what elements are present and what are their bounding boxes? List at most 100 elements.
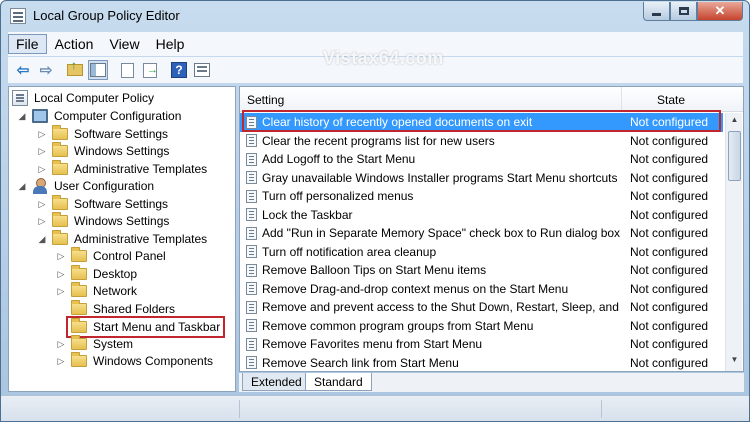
setting-name: Remove Favorites menu from Start Menu [262, 337, 483, 352]
table-row[interactable]: Turn off personalized menus Not configure… [240, 187, 723, 206]
expanded-arrow-icon[interactable]: ◢ [37, 234, 47, 244]
collapsed-arrow-icon[interactable]: ▷ [37, 146, 47, 156]
minimize-icon [652, 12, 661, 16]
policy-setting-icon [246, 300, 257, 314]
tree-node-windows-settings[interactable]: ▷ Windows Settings [37, 142, 170, 160]
title-bar[interactable]: Local Group Policy Editor ✕ [1, 1, 749, 31]
tree-node-label: Computer Configuration [54, 109, 182, 123]
settings-list[interactable]: Setting State Clear history of recently … [239, 86, 744, 372]
user-icon [32, 178, 48, 194]
setting-state: Not configured [630, 244, 709, 259]
table-row[interactable]: Remove Balloon Tips on Start Menu items N… [240, 261, 723, 280]
menu-help[interactable]: Help [148, 36, 193, 52]
watermark: Vistax64.com [323, 48, 444, 68]
tree-node-computer-configuration[interactable]: ◢ Computer Configuration [17, 107, 182, 125]
folder-icon [52, 160, 68, 175]
scroll-up-icon[interactable]: ▲ [728, 115, 741, 129]
policy-setting-icon [246, 337, 257, 351]
setting-state: Not configured [630, 207, 709, 222]
collapsed-arrow-icon[interactable]: ▷ [56, 269, 66, 279]
policy-setting-icon [246, 282, 257, 296]
column-divider[interactable] [621, 87, 622, 112]
setting-name: Remove common program groups from Start … [262, 318, 534, 333]
table-row[interactable]: Remove and prevent access to the Shut Do… [240, 298, 723, 317]
collapsed-arrow-icon[interactable]: ▷ [37, 199, 47, 209]
table-row[interactable]: Add Logoff to the Start Menu Not configur… [240, 150, 723, 169]
menu-file[interactable]: File [8, 34, 47, 54]
policy-setting-icon [246, 134, 257, 148]
collapsed-arrow-icon[interactable]: ▷ [56, 339, 66, 349]
table-row[interactable]: Clear the recent programs list for new u… [240, 132, 723, 151]
collapsed-arrow-icon[interactable]: ▷ [56, 251, 66, 261]
collapsed-arrow-icon[interactable]: ▷ [56, 286, 66, 296]
table-row[interactable]: Turn off notification area cleanup Not co… [240, 243, 723, 262]
expanded-arrow-icon[interactable]: ◢ [17, 111, 27, 121]
tab-extended[interactable]: Extended [242, 373, 311, 391]
tree-node-software-settings[interactable]: ▷ Software Settings [37, 195, 169, 213]
tree-node-windows-components[interactable]: ▷ Windows Components [56, 352, 214, 370]
help-icon: ? [171, 62, 187, 78]
setting-state: Not configured [630, 263, 709, 278]
menu-action[interactable]: Action [47, 36, 102, 52]
show-hide-tree-button[interactable] [88, 60, 108, 80]
policy-setting-icon [246, 189, 257, 203]
setting-state: Not configured [630, 300, 709, 315]
policy-setting-icon [246, 319, 257, 333]
export-list-button[interactable] [140, 60, 160, 80]
tree-node-administrative-templates[interactable]: ◢ Administrative Templates [37, 230, 208, 248]
column-header-state[interactable]: State [657, 93, 685, 107]
tree-node-desktop[interactable]: ▷ Desktop [56, 265, 138, 283]
folder-icon [52, 142, 68, 157]
menu-view[interactable]: View [101, 36, 147, 52]
scroll-thumb[interactable] [728, 131, 741, 181]
tab-standard[interactable]: Standard [305, 373, 372, 391]
show-hide-tree-icon [90, 63, 106, 77]
tree-node-system[interactable]: ▷ System [56, 335, 134, 353]
tree-node-control-panel[interactable]: ▷ Control Panel [56, 247, 167, 265]
tree-node-local-computer-policy[interactable]: Local Computer Policy [12, 89, 155, 107]
properties-doc-button[interactable] [117, 60, 137, 80]
forward-button[interactable]: ⇨ [36, 60, 56, 80]
expanded-arrow-icon[interactable]: ◢ [17, 181, 27, 191]
app-icon[interactable] [10, 8, 26, 24]
back-button[interactable]: ⇦ [13, 60, 33, 80]
help-button[interactable]: ? [169, 60, 189, 80]
table-row[interactable]: Remove Favorites menu from Start Menu Not… [240, 335, 723, 354]
minimize-button[interactable] [643, 2, 670, 21]
setting-state: Not configured [630, 189, 709, 204]
tree-node-user-configuration[interactable]: ◢ User Configuration [17, 177, 155, 195]
vertical-scrollbar[interactable]: ▲ ▼ [725, 113, 742, 371]
close-button[interactable]: ✕ [697, 2, 743, 21]
setting-state: Not configured [630, 337, 709, 352]
column-header-setting[interactable]: Setting [247, 93, 284, 107]
tree-pane[interactable]: Local Computer Policy ◢ Computer Configu… [8, 86, 236, 392]
tree-node-network[interactable]: ▷ Network [56, 282, 138, 300]
table-row[interactable]: Remove Search link from Start Menu Not co… [240, 354, 723, 372]
table-row[interactable]: Remove common program groups from Start … [240, 317, 723, 336]
table-row[interactable]: Lock the Taskbar Not configured [240, 206, 723, 225]
forward-icon: ⇨ [39, 61, 53, 79]
maximize-button[interactable] [670, 2, 697, 21]
setting-name: Remove Drag-and-drop context menus on th… [262, 281, 569, 296]
collapsed-arrow-icon[interactable]: ▷ [37, 129, 47, 139]
setting-name: Remove Balloon Tips on Start Menu items [262, 263, 487, 278]
tree-node-label: Windows Components [93, 354, 214, 368]
table-row[interactable]: Gray unavailable Windows Installer progr… [240, 169, 723, 188]
tree-node-windows-settings[interactable]: ▷ Windows Settings [37, 212, 170, 230]
collapsed-arrow-icon[interactable]: ▷ [37, 216, 47, 226]
up-folder-icon [67, 58, 83, 76]
up-one-level-button[interactable] [65, 58, 85, 80]
setting-name: Turn off notification area cleanup [262, 244, 437, 259]
setting-state: Not configured [630, 318, 709, 333]
policy-setting-icon [246, 356, 257, 370]
tree-node-administrative-templates[interactable]: ▷ Administrative Templates [37, 160, 208, 178]
table-row[interactable]: Add "Run in Separate Memory Space" check… [240, 224, 723, 243]
folder-icon [52, 212, 68, 227]
table-row[interactable]: Remove Drag-and-drop context menus on th… [240, 280, 723, 299]
collapsed-arrow-icon[interactable]: ▷ [56, 356, 66, 366]
collapsed-arrow-icon[interactable]: ▷ [37, 164, 47, 174]
scroll-down-icon[interactable]: ▼ [728, 355, 741, 369]
properties-button[interactable] [192, 60, 212, 80]
status-divider [601, 400, 602, 418]
tree-node-software-settings[interactable]: ▷ Software Settings [37, 125, 169, 143]
